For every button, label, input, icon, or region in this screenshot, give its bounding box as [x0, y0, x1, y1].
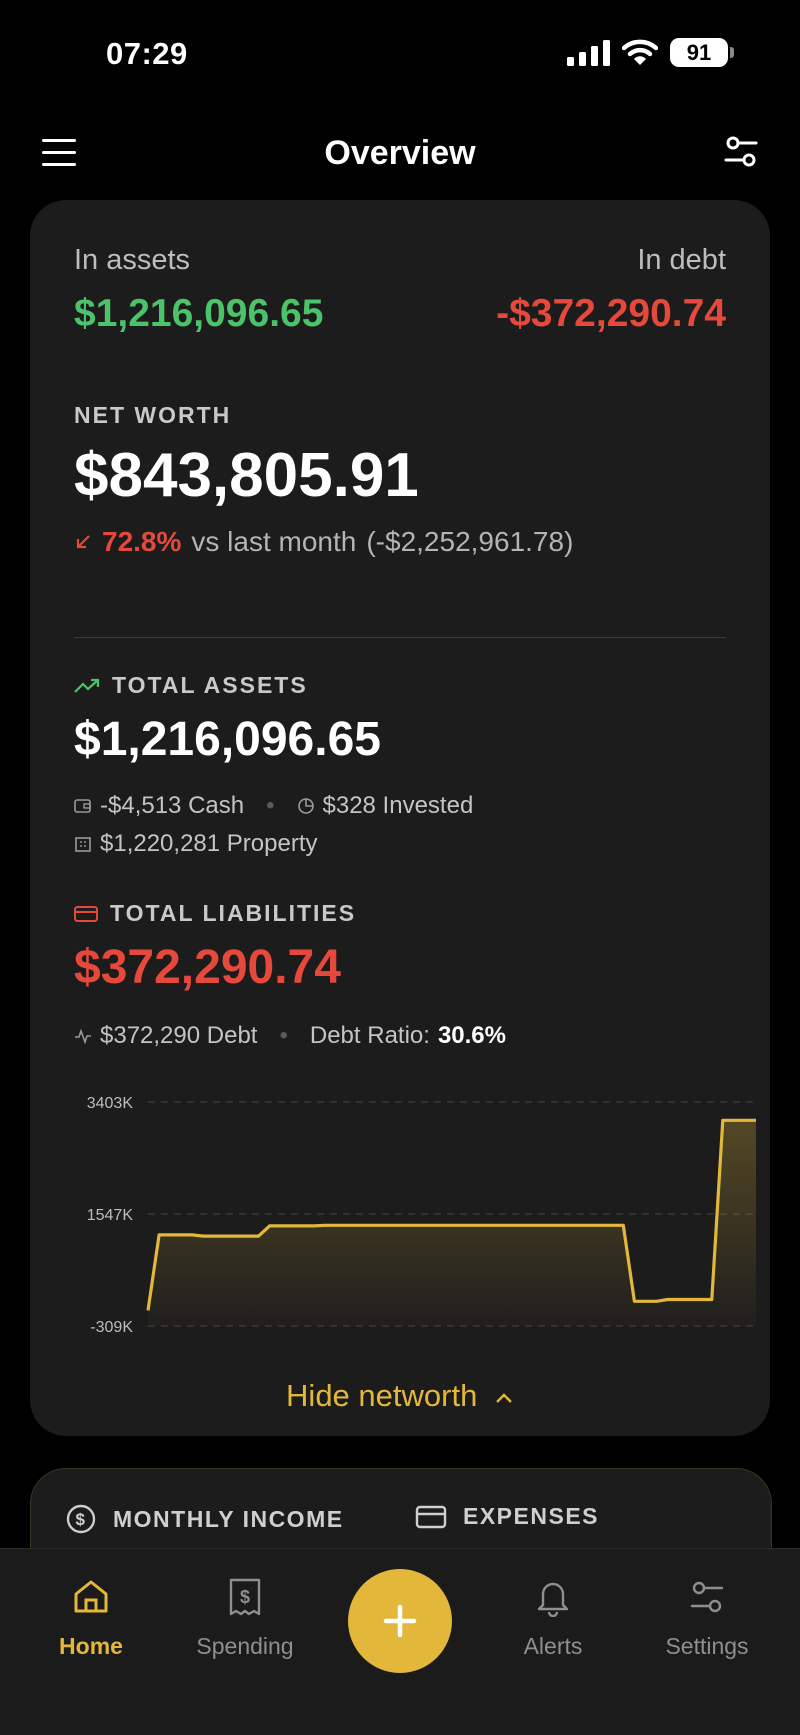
- nav-settings-label: Settings: [665, 1633, 749, 1659]
- assets-breakdown-row1: -$4,513 Cash • $328 Invested: [74, 792, 473, 820]
- activity-icon: [75, 1028, 91, 1044]
- nav-alerts[interactable]: Alerts: [478, 1575, 628, 1660]
- arrow-down-left-icon: [76, 535, 90, 549]
- battery-icon: 91: [670, 38, 728, 67]
- assets-value: $1,216,096.65: [74, 292, 324, 335]
- bottom-navigation: Home $ Spending Alerts Settings: [0, 1548, 800, 1735]
- change-percent: 72.8%: [102, 526, 182, 557]
- nav-home[interactable]: Home: [16, 1575, 166, 1660]
- dollar-circle-icon: $: [66, 1504, 96, 1534]
- networth-area: [148, 1120, 756, 1326]
- status-bar: 07:29 91: [0, 0, 800, 110]
- sliders-icon: [690, 1581, 724, 1613]
- svg-text:$: $: [76, 1510, 87, 1529]
- change-text: vs last month: [191, 526, 357, 557]
- total-liabilities-header: TOTAL LIABILITIES: [74, 900, 356, 927]
- pie-chart-icon: [297, 798, 314, 814]
- networth-card: In assets $1,216,096.65 In debt -$372,29…: [30, 200, 770, 1436]
- total-assets-value: $1,216,096.65: [74, 713, 381, 766]
- invested-amount: $328 Invested: [322, 792, 474, 819]
- plus-icon: [383, 1604, 417, 1638]
- total-assets-label: TOTAL ASSETS: [112, 672, 308, 698]
- expenses-tab[interactable]: EXPENSES: [415, 1503, 599, 1530]
- chevron-up-icon: [496, 1393, 512, 1403]
- assets-label: In assets: [74, 244, 191, 276]
- nav-spending[interactable]: $ Spending: [170, 1575, 320, 1660]
- separator-dot: •: [266, 792, 275, 819]
- divider: [74, 637, 726, 638]
- credit-card-icon: [74, 905, 98, 922]
- networth-value: $843,805.91: [74, 441, 419, 510]
- header: Overview: [0, 120, 800, 186]
- receipt-icon: $: [229, 1578, 261, 1616]
- add-button[interactable]: [348, 1569, 452, 1673]
- total-assets-header: TOTAL ASSETS: [74, 672, 308, 699]
- hide-networth-label: Hide networth: [286, 1378, 478, 1413]
- expenses-label: EXPENSES: [463, 1503, 599, 1529]
- hide-networth-button[interactable]: Hide networth: [30, 1378, 770, 1414]
- wifi-icon: [622, 39, 658, 65]
- monthly-income-label: MONTHLY INCOME: [113, 1505, 344, 1532]
- debt-ratio-value: 30.6%: [437, 1022, 506, 1049]
- svg-text:$: $: [240, 1587, 250, 1607]
- debt-label: In debt: [637, 244, 726, 276]
- wallet-icon: [74, 799, 91, 813]
- nav-settings[interactable]: Settings: [632, 1575, 782, 1660]
- total-liabilities-label: TOTAL LIABILITIES: [110, 900, 357, 926]
- y-tick-label: -309K: [90, 1319, 133, 1336]
- change-amount: (-$2,252,961.78): [366, 526, 574, 557]
- battery-tip: [730, 47, 734, 58]
- debt-amount: $372,290 Debt: [100, 1022, 258, 1049]
- networth-chart[interactable]: 3403K 1547K -309K: [30, 1080, 770, 1360]
- property-amount: $1,220,281 Property: [100, 830, 318, 857]
- assets-breakdown-row2: $1,220,281 Property: [74, 830, 318, 858]
- debt-ratio-label: Debt Ratio:: [309, 1022, 430, 1049]
- liabilities-breakdown: $372,290 Debt • Debt Ratio: 30.6%: [74, 1022, 506, 1050]
- networth-label: NET WORTH: [74, 402, 232, 428]
- page-title: Overview: [324, 134, 476, 172]
- monthly-income-tab[interactable]: $ MONTHLY INCOME: [65, 1503, 344, 1535]
- nav-alerts-label: Alerts: [523, 1633, 583, 1659]
- building-icon: [75, 837, 91, 852]
- total-liabilities-value: $372,290.74: [74, 941, 341, 994]
- nav-spending-label: Spending: [196, 1633, 294, 1659]
- debt-value: -$372,290.74: [496, 292, 726, 335]
- home-icon: [74, 1580, 108, 1613]
- y-tick-label: 3403K: [87, 1095, 134, 1112]
- cash-amount: -$4,513 Cash: [100, 792, 245, 819]
- trending-up-icon: [74, 678, 100, 693]
- y-tick-label: 1547K: [87, 1207, 134, 1224]
- networth-change: 72.8% vs last month (-$2,252,961.78): [74, 526, 573, 558]
- nav-home-label: Home: [59, 1633, 123, 1659]
- filter-icon[interactable]: [724, 134, 758, 170]
- separator-dot: •: [279, 1022, 288, 1049]
- bell-icon: [537, 1582, 569, 1617]
- credit-card-icon: [415, 1505, 447, 1528]
- status-time: 07:29: [106, 36, 188, 71]
- cellular-signal-icon: [567, 40, 610, 66]
